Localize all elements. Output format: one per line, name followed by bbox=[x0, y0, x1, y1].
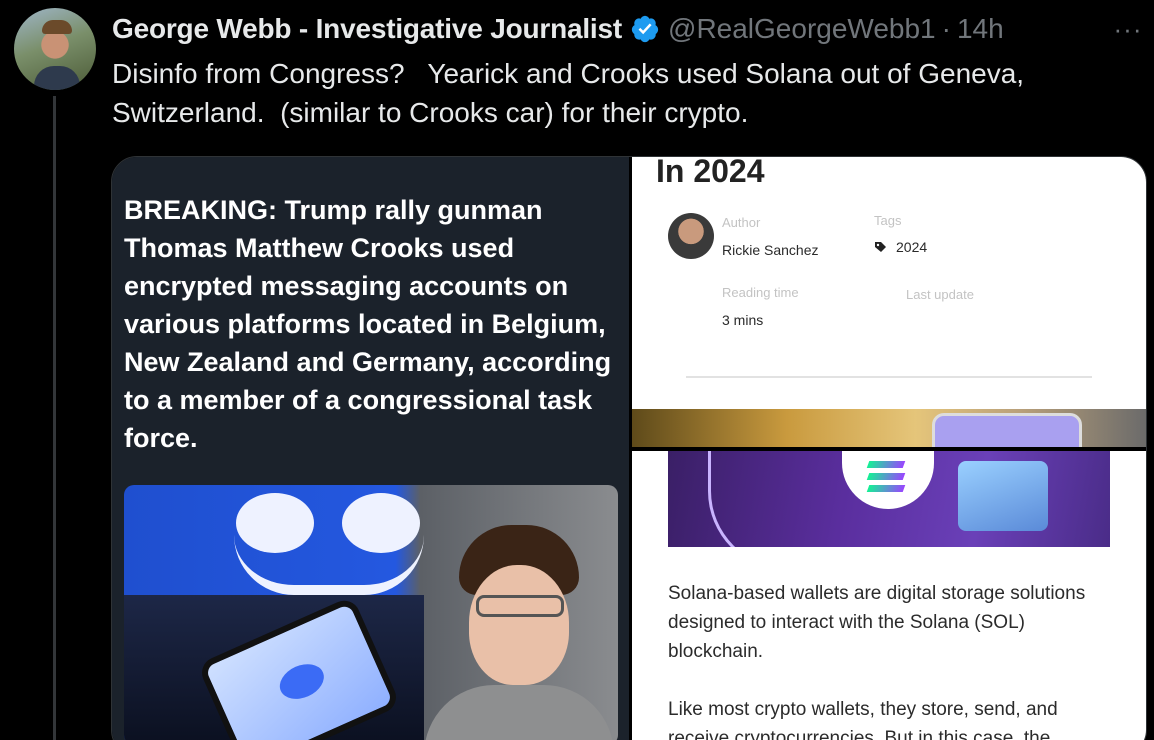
timestamp[interactable]: 14h bbox=[957, 13, 1004, 45]
verified-badge-icon[interactable] bbox=[630, 14, 660, 44]
media-image-top-right[interactable]: In 2024 Author Rickie Sanchez Tags 2024 … bbox=[632, 156, 1146, 463]
breaking-headline: BREAKING: Trump rally gunman Thomas Matt… bbox=[124, 195, 612, 453]
article-banner-image bbox=[632, 409, 1146, 463]
author-label: Author bbox=[722, 215, 761, 230]
tag-icon bbox=[875, 242, 886, 252]
news-photo bbox=[124, 485, 618, 740]
tags-value: 2024 bbox=[896, 239, 928, 255]
tweet-text: Disinfo from Congress? Yearick and Crook… bbox=[112, 58, 1032, 128]
solana-banner-image bbox=[668, 451, 1110, 547]
portrait-photo bbox=[469, 565, 569, 685]
article-divider bbox=[686, 376, 1092, 378]
reading-time-value: 3 mins bbox=[722, 312, 764, 328]
more-options-icon[interactable]: ··· bbox=[1110, 14, 1146, 44]
solana-logo-icon bbox=[842, 451, 934, 509]
author-name[interactable]: George Webb - Investigative Journalist bbox=[112, 13, 622, 45]
last-update-label: Last update bbox=[906, 287, 974, 302]
thread-line bbox=[53, 96, 56, 740]
author-value: Rickie Sanchez bbox=[722, 242, 819, 258]
tweet-header: George Webb - Investigative Journalist @… bbox=[112, 12, 1004, 46]
separator-dot: · bbox=[941, 13, 951, 44]
article-paragraph-2: Like most crypto wallets, they store, se… bbox=[668, 699, 1058, 740]
reading-time-label: Reading time bbox=[722, 285, 799, 300]
media-image-bottom-right[interactable]: Solana-based wallets are digital storage… bbox=[632, 451, 1146, 740]
author-avatar[interactable] bbox=[14, 8, 96, 90]
tweet-media-grid[interactable]: BREAKING: Trump rally gunman Thomas Matt… bbox=[111, 156, 1147, 740]
article-paragraph-1: Solana-based wallets are digital storage… bbox=[668, 583, 1086, 662]
article-heading: In 2024 bbox=[656, 156, 765, 189]
article-author-avatar bbox=[668, 213, 714, 259]
tags-label: Tags bbox=[874, 213, 902, 228]
author-handle[interactable]: @RealGeorgeWebb1 bbox=[668, 13, 936, 45]
media-image-left[interactable]: BREAKING: Trump rally gunman Thomas Matt… bbox=[112, 157, 630, 740]
